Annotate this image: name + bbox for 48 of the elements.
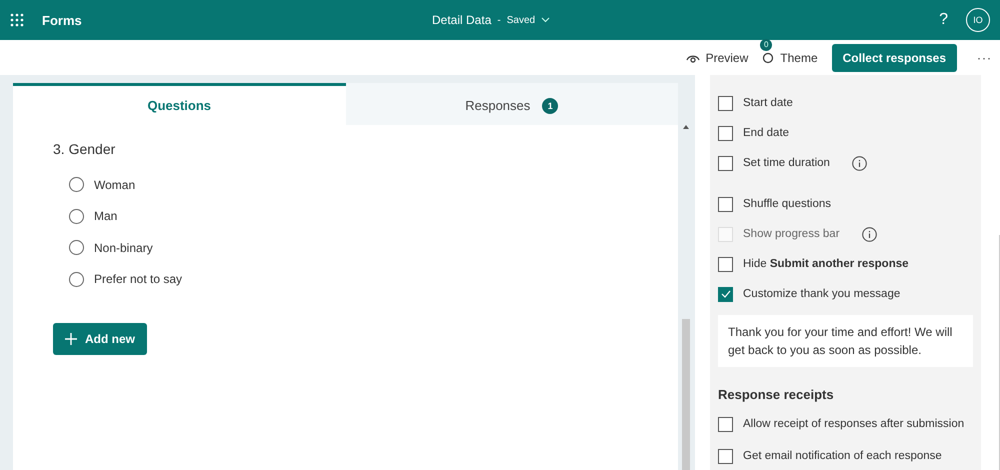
info-icon[interactable]	[852, 156, 867, 170]
radio-button[interactable]	[69, 177, 84, 192]
question-title: 3. Gender	[53, 141, 116, 157]
radio-button[interactable]	[69, 208, 84, 224]
radio-button[interactable]	[69, 240, 84, 256]
add-new-button[interactable]: Add new	[53, 323, 147, 355]
collect-responses-button[interactable]: Collect responses	[832, 44, 957, 72]
app-name: Forms	[42, 12, 83, 28]
option-label: Man	[94, 209, 118, 224]
checkbox[interactable]	[718, 286, 733, 302]
tab[interactable]: Responses 1	[346, 83, 678, 125]
save-status: Saved	[506, 14, 536, 26]
user-avatar[interactable]: IO	[966, 8, 990, 32]
setting-label: Show progress bar	[743, 228, 840, 240]
checkbox[interactable]	[718, 96, 733, 110]
form-title: Detail Data	[432, 13, 492, 27]
checkbox[interactable]	[718, 196, 733, 212]
help-button[interactable]: ?	[939, 11, 948, 29]
option-label: Non-binary	[94, 240, 153, 255]
setting-label: End date	[743, 127, 790, 139]
radio-button[interactable]	[69, 272, 84, 287]
option-label: Woman	[94, 178, 136, 192]
scroll-up-icon[interactable]	[683, 125, 689, 129]
app-launcher-icon[interactable]	[10, 13, 24, 27]
checkbox[interactable]	[718, 448, 733, 464]
setting-label: Set time duration	[743, 157, 830, 169]
setting-label: Customize thank you message	[743, 288, 900, 300]
option-label: Prefer not to say	[94, 272, 182, 286]
checkbox[interactable]	[718, 126, 733, 140]
eye-icon	[686, 52, 700, 62]
checkbox[interactable]	[718, 416, 733, 432]
setting-label: Allow receipt of responses after submission	[743, 418, 964, 430]
title-separator: -	[497, 14, 501, 26]
setting-label: Get email notification of each response	[743, 450, 942, 462]
theme-button[interactable]: 0 Theme	[762, 38, 818, 64]
setting-label: Hide Submit another response	[743, 258, 909, 270]
count-badge: 1	[542, 98, 558, 114]
setting-label: Shuffle questions	[743, 198, 832, 210]
thank-you-message-field[interactable]: Thank you for your time and effort! We will get back to you as soon as possible.	[718, 315, 973, 367]
section-heading: Response receipts	[718, 387, 835, 402]
check-icon	[720, 290, 730, 298]
chevron-down-icon[interactable]	[541, 17, 550, 23]
setting-label: Start date	[743, 97, 793, 109]
plus-icon	[65, 333, 77, 345]
checkbox[interactable]	[718, 156, 733, 170]
preview-button[interactable]: Preview	[686, 50, 748, 64]
checkbox[interactable]	[718, 256, 733, 272]
more-options-button[interactable]: ···	[977, 50, 992, 64]
